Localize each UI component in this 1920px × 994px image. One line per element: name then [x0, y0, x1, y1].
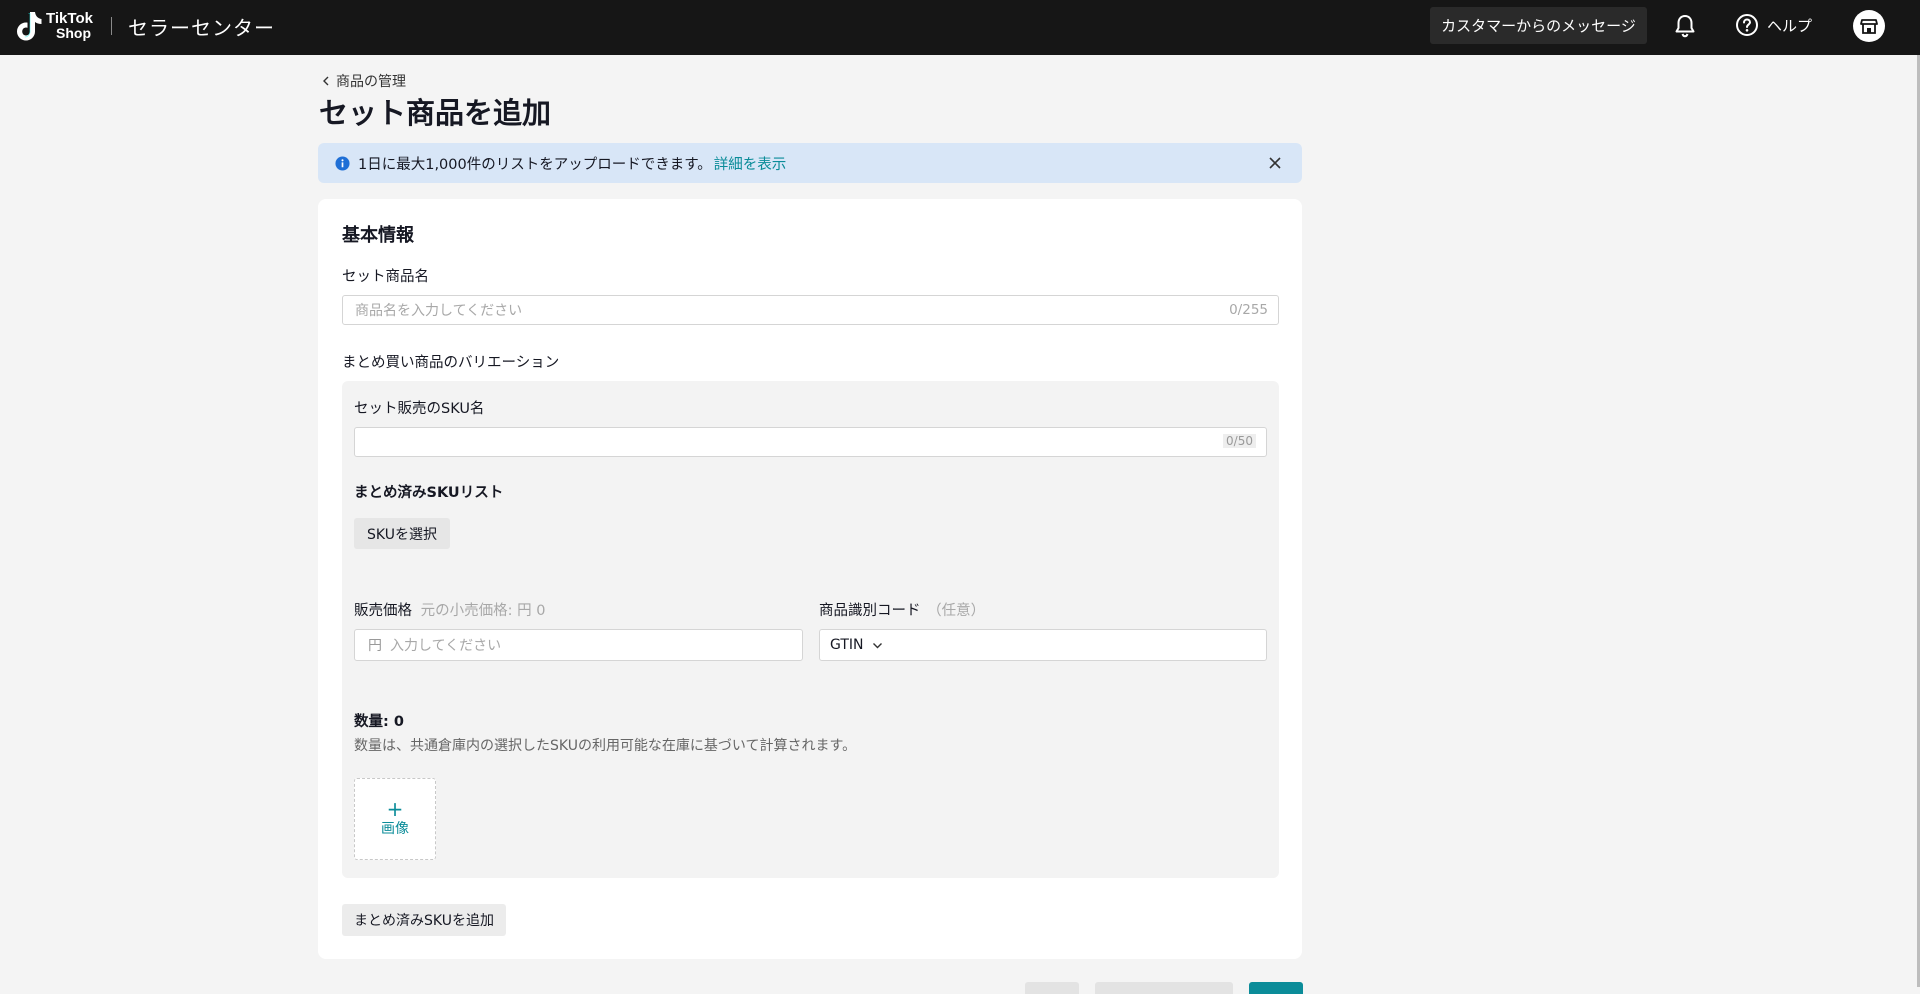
price-label-row: 販売価格 元の小売価格: 円 0 — [354, 599, 545, 620]
product-code-label: 商品識別コード — [819, 603, 921, 619]
plus-icon: + — [386, 797, 404, 821]
price-placeholder: 入力してください — [390, 638, 502, 654]
bundle-name-placeholder: 商品名を入力してください — [355, 303, 523, 319]
sku-name-counter: 0/50 — [1223, 434, 1256, 448]
close-icon[interactable] — [1268, 156, 1282, 170]
price-hint: 元の小売価格: 円 0 — [420, 603, 546, 619]
question-circle-icon — [1736, 14, 1758, 36]
banner-text: 1日に最大1,000件のリストをアップロードできます。 — [358, 156, 712, 173]
variation-panel: セット販売のSKU名 0/50 まとめ済みSKUリスト SKUを選択 販売価格 … — [342, 381, 1279, 878]
footer-primary-button[interactable] — [1249, 982, 1303, 994]
help-label: ヘルプ — [1767, 16, 1813, 35]
yen-prefix: 円 — [368, 638, 382, 654]
product-code-input[interactable]: GTIN — [819, 629, 1267, 661]
help-link[interactable]: ヘルプ — [1735, 13, 1812, 37]
banner-details-link[interactable]: 詳細を表示 — [714, 153, 787, 174]
variations-label: まとめ買い商品のバリエーション — [342, 355, 560, 371]
price-label: 販売価格 — [354, 603, 412, 619]
logo-line2: Shop — [56, 25, 91, 41]
section-title-basic-info: 基本情報 — [342, 225, 414, 246]
chevron-left-icon — [323, 76, 329, 86]
chevron-down-icon — [872, 642, 882, 648]
customer-messages-button[interactable]: カスタマーからのメッセージ — [1430, 7, 1647, 44]
image-upload-label: 画像 — [381, 821, 409, 837]
footer-button-1[interactable] — [1025, 982, 1079, 994]
breadcrumb[interactable]: 商品の管理 — [321, 71, 406, 91]
store-icon — [1860, 19, 1878, 34]
seller-center-title: セラーセンター — [128, 16, 275, 40]
product-code-label-row: 商品識別コード （任意） — [819, 599, 985, 620]
image-upload-button[interactable]: + 画像 — [354, 778, 436, 860]
page-title: セット商品を追加 — [319, 96, 552, 130]
bundled-sku-list-label: まとめ済みSKUリスト — [354, 485, 504, 501]
info-banner: 1日に最大1,000件のリストをアップロードできます。 詳細を表示 — [318, 143, 1302, 183]
sku-name-input[interactable]: 0/50 — [354, 427, 1267, 457]
quantity-note: 数量は、共通倉庫内の選択したSKUの利用可能な在庫に基づいて計算されます。 — [354, 738, 857, 754]
price-input[interactable]: 円 入力してください — [354, 629, 803, 661]
header-divider — [111, 17, 112, 35]
tiktok-logo-icon — [17, 12, 42, 41]
select-sku-button[interactable]: SKUを選択 — [354, 518, 450, 549]
code-type-value: GTIN — [830, 637, 864, 653]
sku-name-label: セット販売のSKU名 — [354, 401, 485, 417]
footer-button-2[interactable] — [1095, 982, 1233, 994]
store-avatar[interactable] — [1853, 10, 1885, 42]
basic-info-card: 基本情報 セット商品名 商品名を入力してください 0/255 まとめ買い商品のバ… — [318, 199, 1302, 959]
bundle-name-counter: 0/255 — [1229, 302, 1268, 318]
product-code-optional: （任意） — [927, 603, 986, 619]
bell-icon[interactable] — [1673, 13, 1697, 39]
tiktok-shop-logo[interactable]: TikTok Shop — [14, 9, 93, 43]
quantity-value: 数量: 0 — [354, 714, 404, 730]
info-icon — [335, 155, 350, 171]
top-bar: TikTok Shop セラーセンター カスタマーからのメッセージ ヘルプ — [0, 0, 1920, 55]
bundle-name-input[interactable]: 商品名を入力してください 0/255 — [342, 295, 1279, 325]
add-bundled-sku-button[interactable]: まとめ済みSKUを追加 — [342, 904, 506, 936]
bundle-name-label: セット商品名 — [342, 269, 429, 285]
code-type-select[interactable]: GTIN — [830, 637, 883, 653]
breadcrumb-product-management[interactable]: 商品の管理 — [336, 71, 406, 91]
